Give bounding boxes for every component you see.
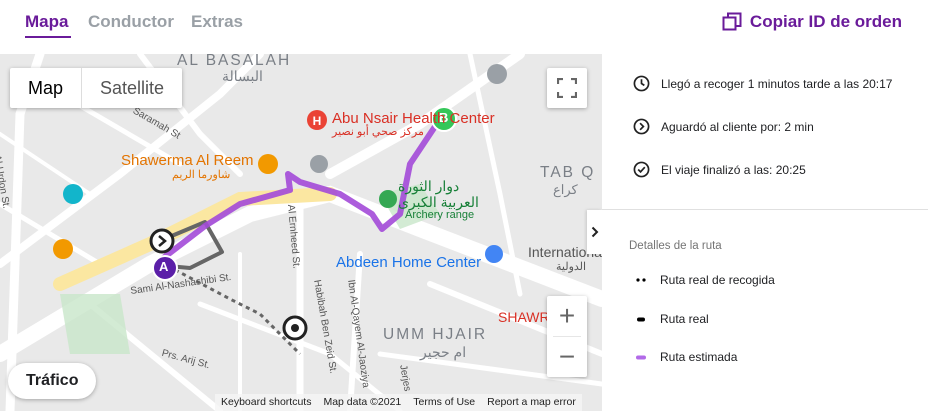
legend-real-route-text: Ruta real (660, 312, 709, 326)
svg-text:H: H (313, 114, 322, 128)
header: Mapa Conductor Extras Copiar ID de orden (0, 0, 928, 54)
area-label-umm-hjair: UMM HJAIR (383, 326, 488, 343)
poi-label-archery: Archery range (405, 209, 475, 221)
legend-pickup-route-text: Ruta real de recogida (660, 273, 775, 287)
legend-estimated-route-text: Ruta estimada (660, 350, 738, 364)
area-label-tab-kraa-ar: كراع (553, 182, 578, 197)
legend-pickup-route: Ruta real de recogida (636, 273, 775, 287)
map-type-control: Map Satellite (10, 68, 183, 108)
chevron-right-icon (591, 226, 598, 238)
active-tab-indicator (25, 36, 71, 38)
black-dash-swatch-icon (636, 317, 646, 322)
dots-swatch-icon (636, 278, 646, 282)
legend-estimated-route: Ruta estimada (636, 350, 737, 364)
event-finish: El viaje finalizó a las: 20:25 (633, 161, 806, 178)
poi-label-abdeen: Abdeen Home Center (336, 254, 482, 271)
tab-mapa[interactable]: Mapa (25, 12, 68, 32)
poi-label-shawerma-ar: شاورما الريم (172, 169, 231, 181)
map-view[interactable]: H A B AL BASALAH البسالة Abu Nsair Healt… (0, 54, 602, 411)
area-label-umm-hjair-ar: ام حجير (420, 344, 467, 360)
chevron-circle-icon (633, 118, 650, 135)
zoom-in-button[interactable]: + (547, 296, 587, 336)
copy-icon (722, 12, 742, 31)
marker-a-label: A (159, 259, 169, 274)
poi-label-shawerma: Shawerma Al Reem (121, 152, 254, 169)
copy-order-id-button[interactable]: Copiar ID de orden (722, 12, 902, 32)
map-type-map-button[interactable]: Map (10, 68, 81, 108)
tab-extras[interactable]: Extras (191, 12, 243, 32)
zoom-control: + − (547, 296, 587, 377)
map-type-satellite-button[interactable]: Satellite (81, 68, 182, 108)
event-pickup-text: Llegó a recoger 1 minutos tarde a las 20… (661, 76, 893, 91)
area-label-al-basalah-ar: البسالة (222, 68, 263, 84)
map-data-text: Map data ©2021 (323, 396, 402, 408)
event-finish-text: El viaje finalizó a las: 20:25 (661, 162, 806, 177)
tab-conductor[interactable]: Conductor (88, 12, 174, 32)
check-circle-icon (633, 161, 650, 178)
zoom-out-button[interactable]: − (547, 337, 587, 377)
clock-icon (633, 75, 650, 92)
poi-label-shawr: SHAWR (498, 309, 550, 325)
area-label-tab-kraa: TAB Q (540, 164, 596, 181)
poi-label-abu-nsair-ar: مركز صحي أبو نصير (332, 126, 424, 138)
panel-toggle-button[interactable] (587, 210, 602, 254)
event-wait-text: Aguardó al cliente por: 2 min (661, 119, 814, 134)
fullscreen-icon (557, 78, 577, 98)
traffic-toggle-button[interactable]: Tráfico (8, 363, 97, 399)
legend-real-route: Ruta real (636, 312, 709, 326)
keyboard-shortcuts-link[interactable]: Keyboard shortcuts (221, 394, 311, 411)
map-attribution: Keyboard shortcuts Map data ©2021 Terms … (215, 394, 582, 411)
terms-of-use-link[interactable]: Terms of Use (413, 394, 475, 411)
route-details-title: Detalles de la ruta (629, 240, 722, 252)
panel-divider (602, 209, 928, 210)
poi-label-international-ar: الدولية (556, 261, 587, 273)
purple-dash-swatch-icon (636, 355, 646, 360)
report-map-error-link[interactable]: Report a map error (487, 394, 576, 411)
fullscreen-button[interactable] (547, 68, 587, 108)
event-pickup: Llegó a recoger 1 minutos tarde a las 20… (633, 75, 892, 92)
event-wait: Aguardó al cliente por: 2 min (633, 118, 814, 135)
trip-details-panel: Llegó a recoger 1 minutos tarde a las 20… (602, 54, 928, 420)
copy-order-id-label: Copiar ID de orden (749, 12, 902, 31)
poi-label-dawar: دوار الثورة (398, 178, 460, 194)
